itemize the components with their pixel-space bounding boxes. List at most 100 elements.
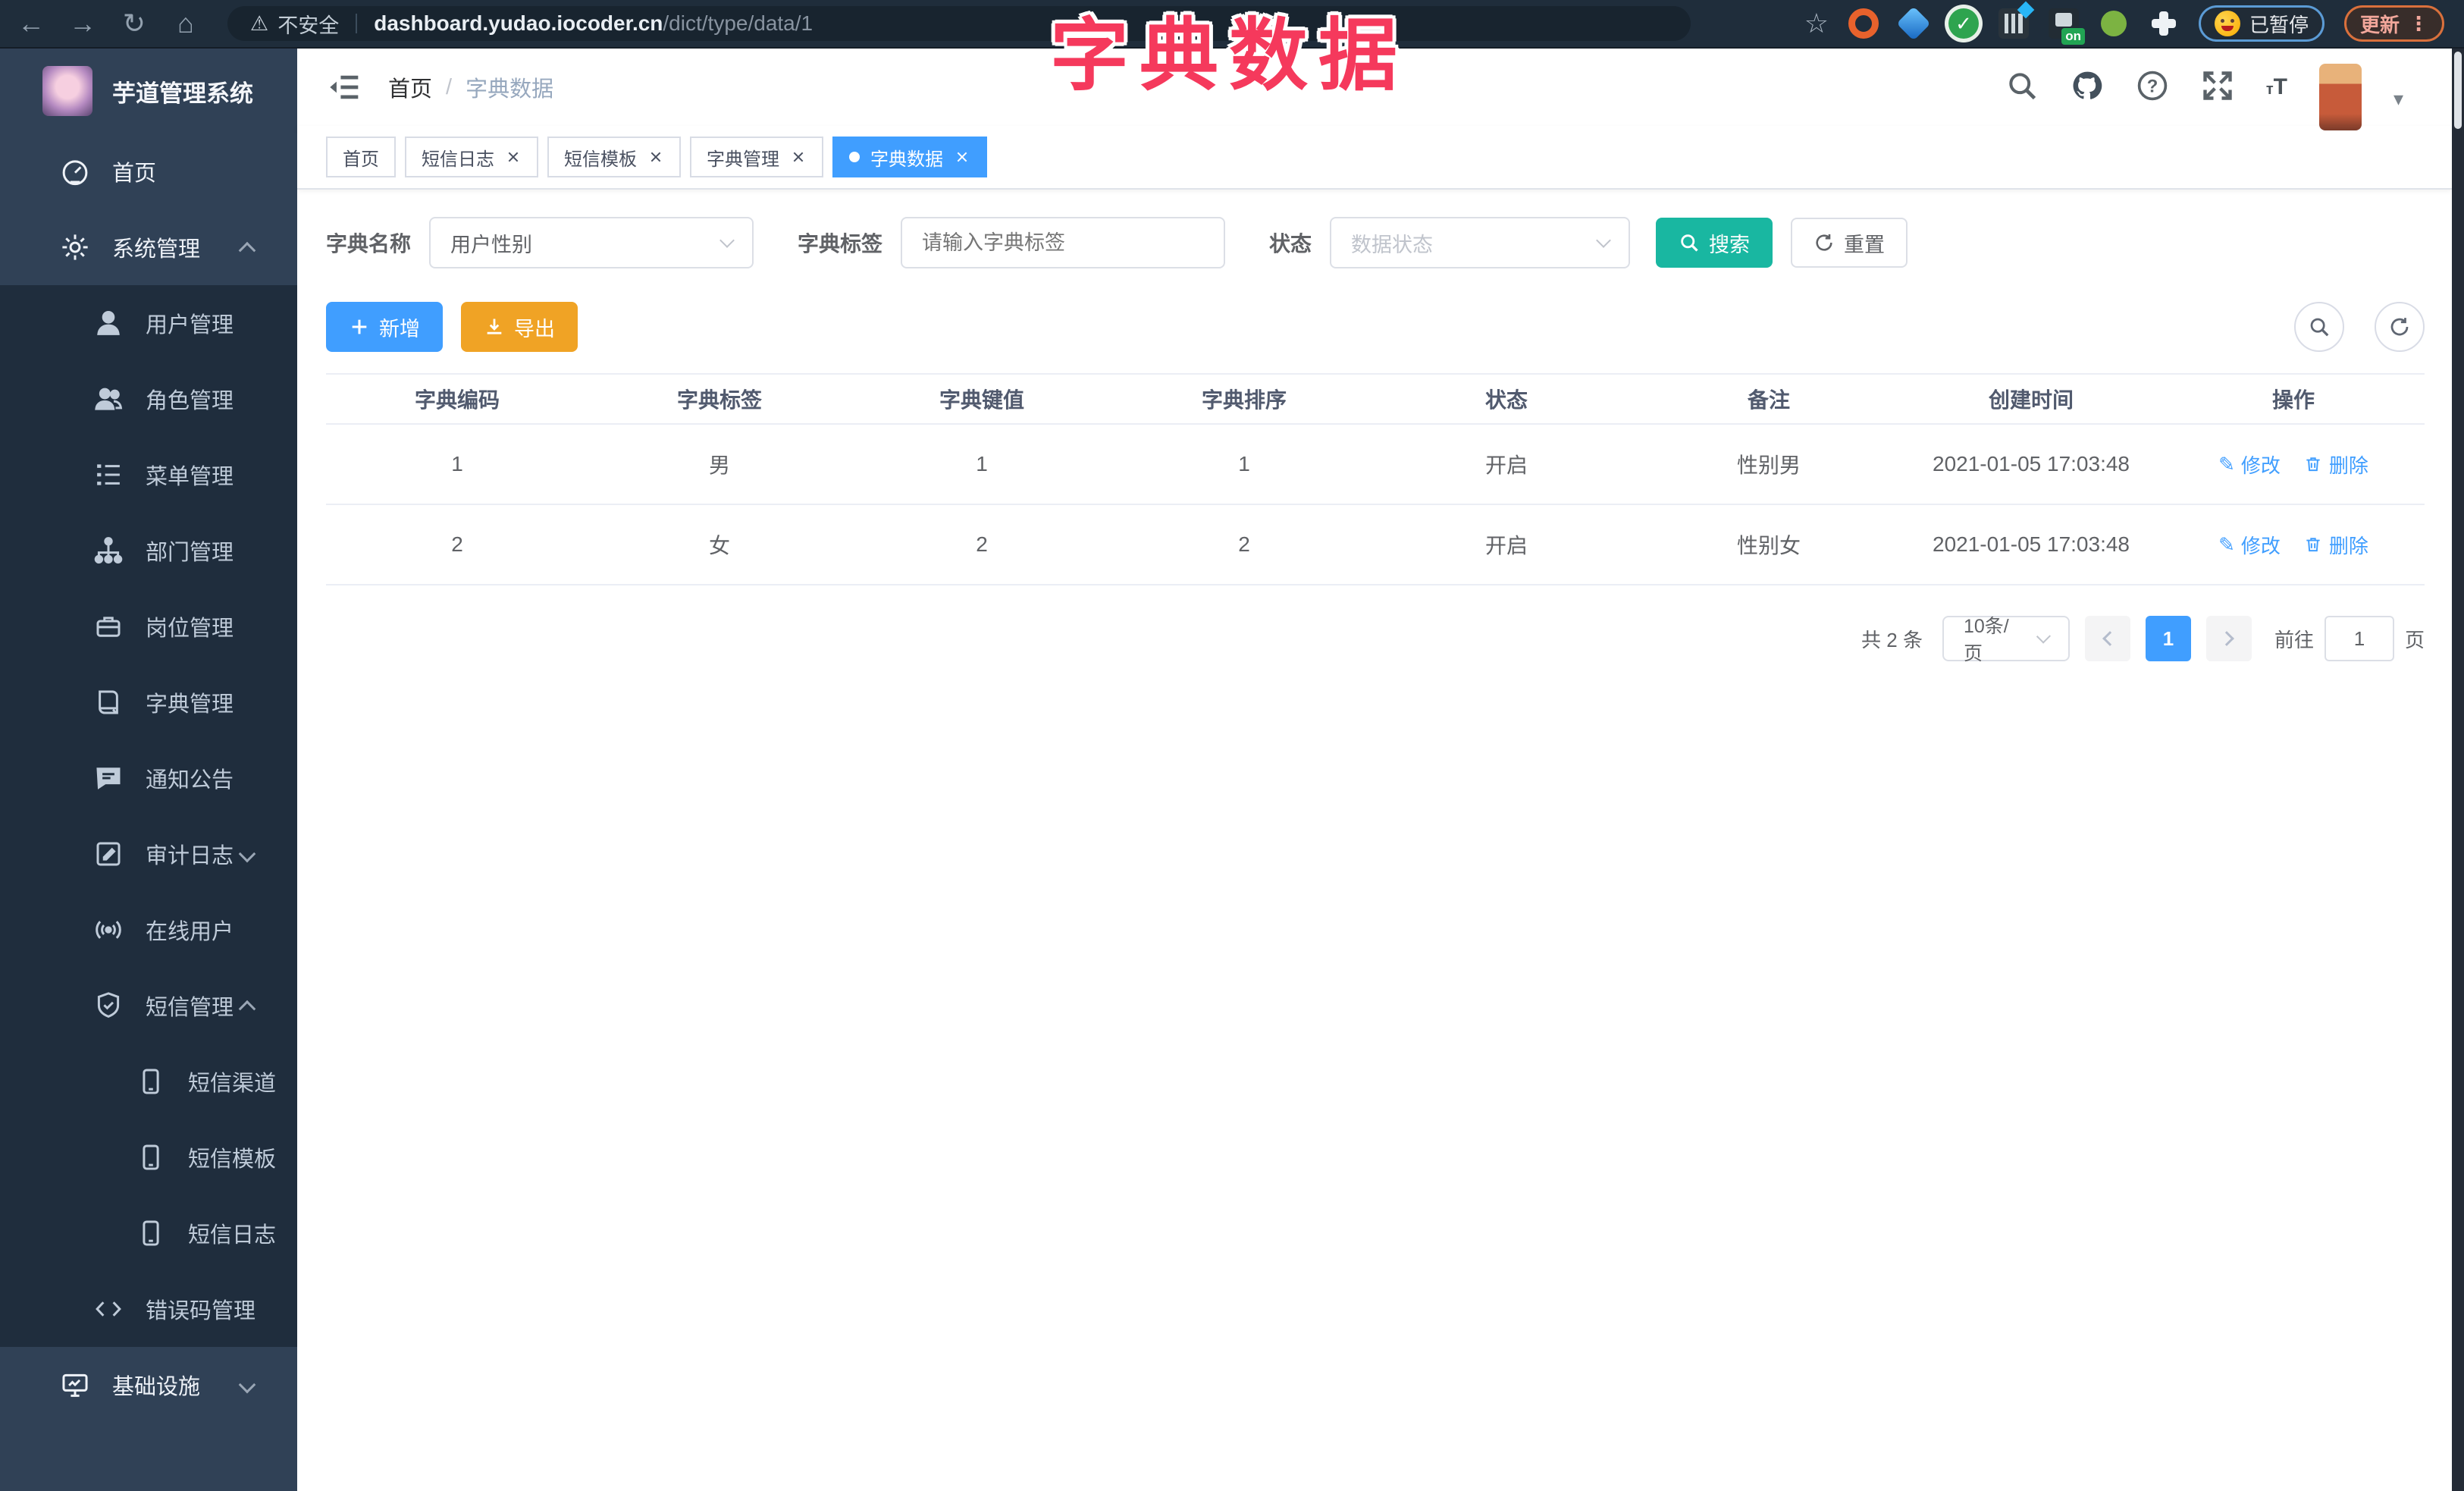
- edit-icon: ✎: [2218, 532, 2235, 556]
- page-size-select[interactable]: 10条/页: [1942, 616, 2070, 664]
- sidebar-item-角色管理[interactable]: 角色管理: [0, 361, 297, 437]
- search-button[interactable]: 搜索: [1656, 218, 1773, 268]
- sidebar-item-通知公告[interactable]: 通知公告: [0, 740, 297, 816]
- sidebar-item-错误码管理[interactable]: 错误码管理: [0, 1271, 297, 1347]
- browser-toolbar-right: ☆ ✓ on 已暂停 更新 ⋮: [1804, 5, 2464, 45]
- scrollbar-thumb[interactable]: [2454, 52, 2462, 129]
- dict-tag-label: 字典标签: [798, 232, 883, 256]
- extension-orange-icon[interactable]: [1848, 8, 1879, 39]
- refresh-table-button[interactable]: [2375, 302, 2425, 352]
- delete-link[interactable]: 删除: [2303, 450, 2368, 479]
- sidebar-item-部门管理[interactable]: 部门管理: [0, 513, 297, 589]
- add-button[interactable]: 新增: [326, 302, 443, 352]
- dict-tag-input[interactable]: [922, 231, 1205, 255]
- code-icon: [96, 1301, 121, 1317]
- profile-paused-badge[interactable]: 已暂停: [2198, 5, 2324, 42]
- tab-字典管理[interactable]: 字典管理: [690, 137, 823, 177]
- sidebar-item-岗位管理[interactable]: 岗位管理: [0, 589, 297, 664]
- tab-首页[interactable]: 首页: [326, 137, 396, 177]
- delete-link[interactable]: 删除: [2303, 531, 2368, 559]
- close-icon[interactable]: [505, 149, 522, 165]
- extension-check-icon[interactable]: ✓: [1948, 8, 1979, 39]
- delete-label: 删除: [2328, 534, 2368, 557]
- status-select[interactable]: 数据状态: [1330, 217, 1631, 268]
- current-page-button[interactable]: 1: [2145, 616, 2191, 661]
- prev-page-button[interactable]: [2084, 616, 2130, 661]
- sidebar-item-用户管理[interactable]: 用户管理: [0, 285, 297, 361]
- chevron-down-icon: [238, 845, 256, 863]
- sidebar-item-短信管理[interactable]: 短信管理: [0, 968, 297, 1044]
- warning-icon: ⚠: [250, 11, 269, 35]
- reset-button[interactable]: 重置: [1791, 218, 1908, 268]
- sidebar-item-label: 短信日志: [188, 1223, 277, 1248]
- sidebar-item-基础设施[interactable]: 基础设施: [0, 1347, 297, 1423]
- forward-icon[interactable]: →: [62, 3, 103, 44]
- reload-icon[interactable]: ↻: [114, 3, 155, 44]
- goto-page-input[interactable]: [2324, 616, 2394, 661]
- address-bar[interactable]: ⚠ 不安全 dashboard.yudao.iocoder.cn /dict/t…: [227, 6, 1691, 41]
- toggle-search-button[interactable]: [2294, 302, 2344, 352]
- sidebar-item-审计日志[interactable]: 审计日志: [0, 816, 297, 892]
- browser-menu-icon[interactable]: ⋮: [2409, 12, 2428, 36]
- filter-form: 字典名称 用户性别 字典标签 状态: [326, 217, 2425, 268]
- close-icon[interactable]: [647, 149, 664, 165]
- user-avatar[interactable]: [2318, 64, 2362, 130]
- bookmark-star-icon[interactable]: ☆: [1804, 8, 1829, 39]
- sidebar-item-短信渠道[interactable]: 短信渠道: [0, 1044, 297, 1119]
- security-warning[interactable]: ⚠ 不安全: [250, 9, 339, 39]
- cell-sort: 1: [1238, 452, 1250, 476]
- github-icon[interactable]: [2071, 69, 2104, 106]
- sidebar-item-短信模板[interactable]: 短信模板: [0, 1119, 297, 1195]
- sidebar-item-短信日志[interactable]: 短信日志: [0, 1195, 297, 1271]
- extension-vpn-icon[interactable]: on: [2048, 8, 2085, 45]
- sidebar-item-label: 角色管理: [146, 389, 234, 413]
- extension-gem-icon[interactable]: [1896, 6, 1931, 41]
- sidebar-fold-icon[interactable]: [326, 69, 362, 105]
- pagination-goto: 前往 页: [2274, 616, 2425, 661]
- extension-green-icon[interactable]: [2100, 11, 2127, 36]
- sidebar-item-系统管理[interactable]: 系统管理: [0, 209, 297, 285]
- puzzle-extensions-icon[interactable]: [2149, 8, 2179, 39]
- back-icon[interactable]: ←: [11, 3, 52, 44]
- extension-on-badge: on: [2061, 28, 2085, 45]
- window-scrollbar[interactable]: [2452, 49, 2464, 1491]
- sidebar-item-label: 用户管理: [146, 313, 234, 337]
- search-icon[interactable]: [2005, 69, 2039, 106]
- font-size-icon[interactable]: тT: [2266, 74, 2287, 100]
- home-icon[interactable]: ⌂: [165, 3, 206, 44]
- users-icon: [95, 388, 123, 410]
- sidebar-item-在线用户[interactable]: 在线用户: [0, 892, 297, 968]
- download-icon: [487, 319, 502, 334]
- goto-label: 前往: [2274, 628, 2314, 651]
- next-page-button[interactable]: [2205, 616, 2252, 661]
- breadcrumb-home[interactable]: 首页: [388, 71, 432, 103]
- delete-label: 删除: [2328, 454, 2368, 477]
- tab-短信模板[interactable]: 短信模板: [547, 137, 681, 177]
- chrome-update-button[interactable]: 更新 ⋮: [2343, 5, 2444, 42]
- edit-link[interactable]: ✎ 修改: [2218, 450, 2281, 479]
- extension-sliders-icon[interactable]: [1998, 8, 2029, 39]
- export-button[interactable]: 导出: [461, 302, 578, 352]
- fullscreen-icon[interactable]: [2201, 69, 2234, 106]
- chevron-down-icon[interactable]: ▾: [2393, 87, 2403, 111]
- sidebar-logo[interactable]: 芋道管理系统: [0, 49, 297, 133]
- table-header-row: 字典编码 字典标签 字典键值 字典排序 状态 备注 创建时间 操作: [326, 375, 2425, 425]
- tab-字典数据[interactable]: 字典数据: [832, 137, 987, 177]
- sidebar-item-label: 短信管理: [146, 996, 234, 1020]
- help-icon[interactable]: ?: [2136, 69, 2169, 106]
- tab-短信日志[interactable]: 短信日志: [405, 137, 538, 177]
- dict-name-select[interactable]: 用户性别: [429, 217, 754, 268]
- cell-code: 1: [451, 452, 463, 476]
- table-row: 1 男 1 1 开启 性别男 2021-01-05 17:03:48 ✎ 修改 删除: [326, 425, 2425, 505]
- sidebar-item-字典管理[interactable]: 字典管理: [0, 664, 297, 740]
- cell-actions: ✎ 修改 删除: [2162, 531, 2425, 559]
- menu-list-icon: [97, 464, 120, 485]
- close-icon[interactable]: [954, 149, 970, 165]
- edit-link[interactable]: ✎ 修改: [2218, 531, 2281, 559]
- sidebar-item-菜单管理[interactable]: 菜单管理: [0, 437, 297, 513]
- sidebar-item-label: 审计日志: [146, 844, 234, 868]
- svg-text:?: ?: [2147, 76, 2158, 96]
- sidebar-item-首页[interactable]: 首页: [0, 133, 297, 209]
- close-icon[interactable]: [790, 149, 807, 165]
- filter-dict-tag: 字典标签: [798, 217, 1226, 268]
